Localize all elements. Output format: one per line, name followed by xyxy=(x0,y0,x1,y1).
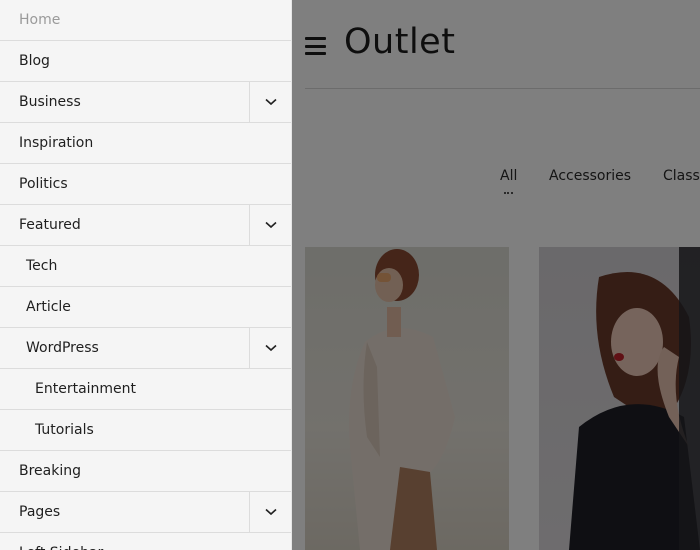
menu-item-label: Blog xyxy=(19,53,50,69)
menu-item-label: Inspiration xyxy=(19,135,94,151)
submenu-toggle-button[interactable] xyxy=(249,205,291,245)
menu-item-label: Business xyxy=(19,94,81,110)
menu-item-label: Tutorials xyxy=(35,422,94,438)
submenu-toggle-button[interactable] xyxy=(249,82,291,122)
menu-item-home[interactable]: Home xyxy=(0,0,291,41)
menu-item-label: Home xyxy=(19,12,61,28)
menu-item-tech[interactable]: Tech xyxy=(0,246,291,287)
menu-item-blog[interactable]: Blog xyxy=(0,41,291,82)
menu-item-label: Breaking xyxy=(19,463,82,479)
menu-item-label: Politics xyxy=(19,176,68,192)
menu-item-label: Pages xyxy=(19,504,61,520)
menu-item-left-sidebar[interactable]: Left Sidebar xyxy=(0,533,291,550)
chevron-down-icon xyxy=(264,98,277,106)
menu-item-entertainment[interactable]: Entertainment xyxy=(0,369,291,410)
menu-item-featured[interactable]: Featured xyxy=(0,205,291,246)
menu-item-article[interactable]: Article xyxy=(0,287,291,328)
chevron-down-icon xyxy=(264,221,277,229)
chevron-down-icon xyxy=(264,344,277,352)
menu-item-label: Article xyxy=(26,299,71,315)
menu-item-pages[interactable]: Pages xyxy=(0,492,291,533)
submenu-toggle-button[interactable] xyxy=(249,492,291,532)
menu-item-label: Tech xyxy=(26,258,58,274)
menu-item-breaking[interactable]: Breaking xyxy=(0,451,291,492)
menu-item-tutorials[interactable]: Tutorials xyxy=(0,410,291,451)
menu-item-label: Featured xyxy=(19,217,81,233)
menu-item-label: Entertainment xyxy=(35,381,137,397)
menu-item-wordpress[interactable]: WordPress xyxy=(0,328,291,369)
submenu-toggle-button[interactable] xyxy=(249,328,291,368)
menu-item-label: WordPress xyxy=(26,340,99,356)
menu-item-inspiration[interactable]: Inspiration xyxy=(0,123,291,164)
side-navigation-menu: Home Blog Business Inspiration Politics … xyxy=(0,0,292,550)
menu-item-label: Left Sidebar xyxy=(19,533,103,550)
menu-item-politics[interactable]: Politics xyxy=(0,164,291,205)
menu-item-business[interactable]: Business xyxy=(0,82,291,123)
chevron-down-icon xyxy=(264,508,277,516)
